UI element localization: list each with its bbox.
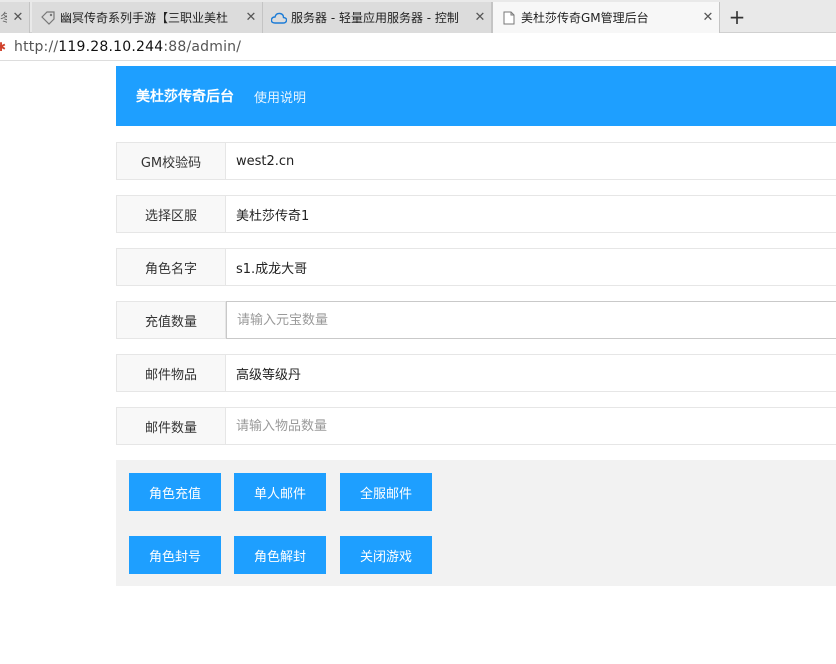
browser-tab-bar: 冬 ✕ 幽冥传奇系列手游【三职业美杜 ✕ 服务器 - 轻量应用服务器 - 控制 … xyxy=(0,0,836,33)
browser-tab-2[interactable]: 服务器 - 轻量应用服务器 - 控制 ✕ xyxy=(263,2,492,33)
form-row-server: 选择区服 xyxy=(116,195,836,233)
admin-app: 美杜莎传奇后台 使用说明 GM校验码 选择区服 角色名字 充值数量 邮件物品 邮… xyxy=(116,66,836,586)
page-icon xyxy=(501,10,517,26)
url-scheme: http:// xyxy=(14,38,59,55)
single-mail-button[interactable]: 单人邮件 xyxy=(234,473,326,511)
recharge-amount-label: 充值数量 xyxy=(116,301,226,339)
action-button-panel: 角色充值 单人邮件 全服邮件 角色封号 角色解封 关闭游戏 xyxy=(116,460,836,586)
role-recharge-button[interactable]: 角色充值 xyxy=(129,473,221,511)
browser-tab-partial[interactable]: 冬 ✕ xyxy=(0,2,30,33)
close-icon[interactable]: ✕ xyxy=(697,10,719,25)
ban-role-button[interactable]: 角色封号 xyxy=(129,536,221,574)
browser-tab-1[interactable]: 幽冥传奇系列手游【三职业美杜 ✕ xyxy=(32,2,263,33)
form-row-mail-quantity: 邮件数量 xyxy=(116,407,836,445)
app-header: 美杜莎传奇后台 使用说明 xyxy=(116,66,836,126)
close-icon[interactable]: ✕ xyxy=(240,10,262,25)
url-host: 119.28.10.244 xyxy=(58,38,164,55)
address-bar[interactable]: ✱ http://119.28.10.244:88/admin/ xyxy=(0,33,836,61)
server-mail-button[interactable]: 全服邮件 xyxy=(340,473,432,511)
role-name-label: 角色名字 xyxy=(116,248,226,286)
server-select[interactable] xyxy=(226,195,836,233)
cloud-icon xyxy=(271,10,287,26)
server-label: 选择区服 xyxy=(116,195,226,233)
recharge-amount-input[interactable] xyxy=(226,301,836,339)
form-row-gm-code: GM校验码 xyxy=(116,142,836,180)
tab-label: 幽冥传奇系列手游【三职业美杜 xyxy=(60,11,229,25)
mail-quantity-label: 邮件数量 xyxy=(116,407,226,445)
tag-icon xyxy=(40,10,56,26)
url-path: :88/admin/ xyxy=(163,38,242,55)
tab-label: 服务器 - 轻量应用服务器 - 控制 xyxy=(291,11,459,25)
new-tab-button[interactable]: + xyxy=(722,3,752,31)
app-brand: 美杜莎传奇后台 xyxy=(136,89,234,105)
not-secure-icon: ✱ xyxy=(0,39,7,54)
gm-code-label: GM校验码 xyxy=(116,142,226,180)
close-icon[interactable]: ✕ xyxy=(469,10,491,25)
mail-quantity-input[interactable] xyxy=(226,407,836,445)
form-row-recharge: 充值数量 xyxy=(116,301,836,339)
unban-role-button[interactable]: 角色解封 xyxy=(234,536,326,574)
form-row-mail-item: 邮件物品 xyxy=(116,354,836,392)
browser-tab-active[interactable]: 美杜莎传奇GM管理后台 ✕ xyxy=(492,2,720,33)
close-icon[interactable]: ✕ xyxy=(7,10,29,25)
role-name-input[interactable] xyxy=(226,248,836,286)
gm-code-input[interactable] xyxy=(226,142,836,180)
url-text[interactable]: http://119.28.10.244:88/admin/ xyxy=(14,39,241,55)
close-game-button[interactable]: 关闭游戏 xyxy=(340,536,432,574)
help-link[interactable]: 使用说明 xyxy=(254,87,306,106)
mail-item-input[interactable] xyxy=(226,354,836,392)
form-row-role-name: 角色名字 xyxy=(116,248,836,286)
tab-label: 美杜莎传奇GM管理后台 xyxy=(521,11,649,25)
mail-item-label: 邮件物品 xyxy=(116,354,226,392)
